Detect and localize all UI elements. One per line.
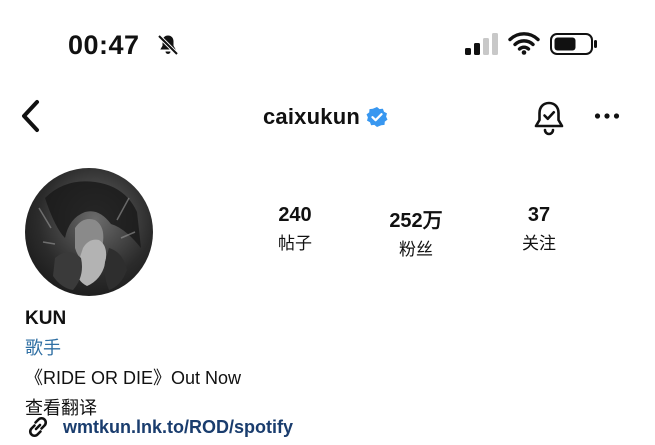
battery-icon [550,33,597,55]
profile-header: caixukun [0,92,655,142]
following-count: 37 [527,204,551,226]
signal-icon [465,33,498,55]
notification-bell-icon[interactable] [532,100,566,136]
following-label: 关注 [522,234,556,253]
display-name: KUN [25,308,67,329]
stat-followers[interactable]: 252万 粉丝 [371,204,461,260]
bio-text: 《RIDE OR DIE》Out Now [25,368,242,388]
followers-label: 粉丝 [399,240,433,259]
avatar-photo [38,181,141,290]
bio-link[interactable]: wmtkun.lnk.to/ROD/spotify [25,414,293,440]
status-bar: 00:47 [0,0,655,90]
followers-count: 252万 [389,210,443,232]
link-icon [28,416,48,438]
username: caixukun [263,104,360,129]
wifi-icon [508,32,540,55]
verified-badge-icon [366,107,388,127]
avatar[interactable] [25,168,153,296]
username-title: caixukun [263,104,388,130]
bio-link-text[interactable]: wmtkun.lnk.to/ROD/spotify [63,417,293,438]
bio-section: KUN 歌手 《RIDE OR DIE》Out Now 查看翻译 [25,308,241,420]
status-time: 00:47 [68,30,140,60]
stat-posts[interactable]: 240 帖子 [250,204,340,254]
stat-following[interactable]: 37 关注 [494,204,584,254]
bell-off-icon [157,34,179,56]
posts-label: 帖子 [278,234,312,253]
more-icon[interactable] [594,112,620,120]
posts-count: 240 [278,204,312,226]
profile-category[interactable]: 歌手 [25,334,241,360]
back-icon[interactable] [18,98,44,134]
